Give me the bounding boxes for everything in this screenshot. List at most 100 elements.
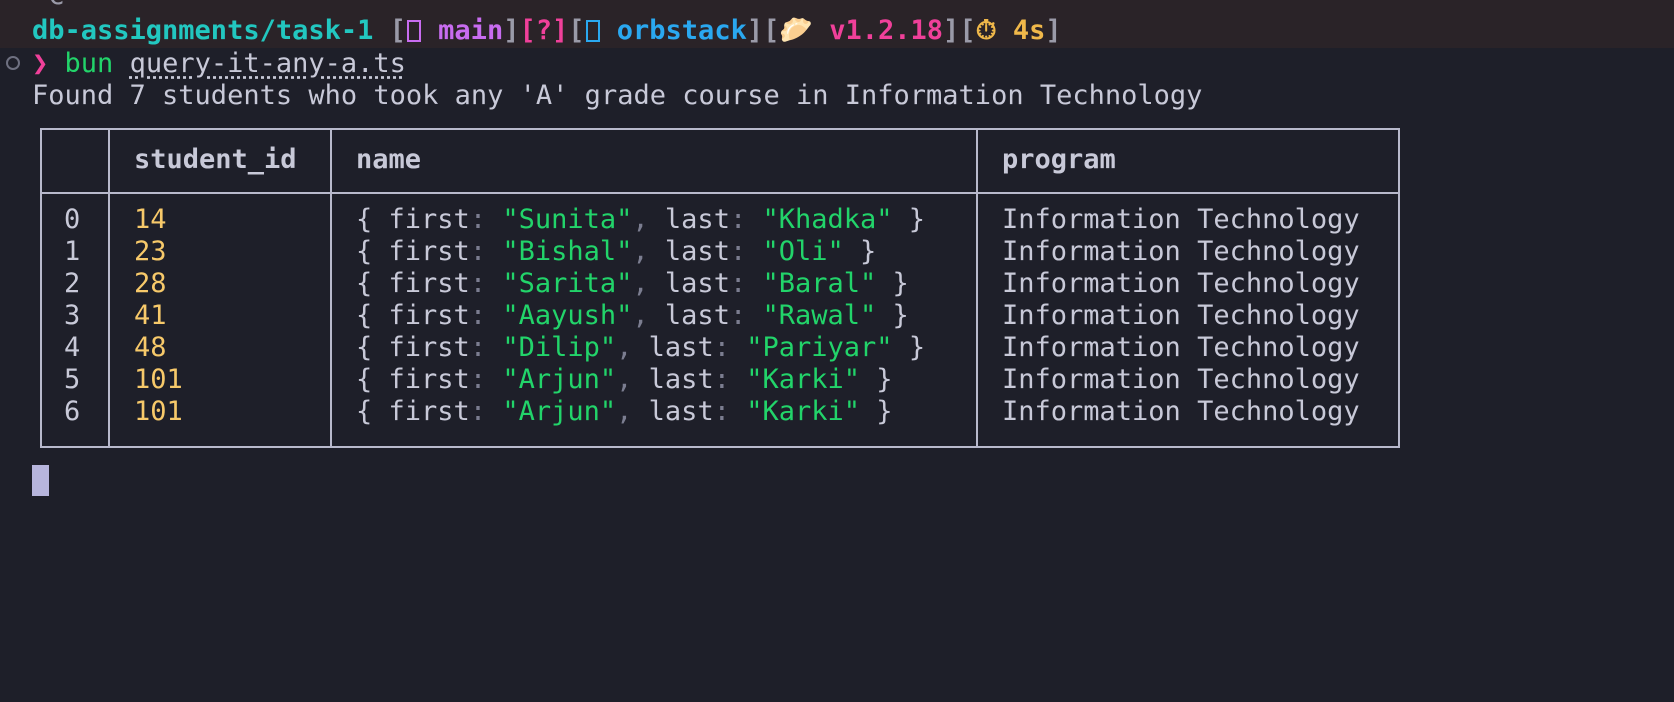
name-comma: , xyxy=(632,268,649,299)
name-key-last: last xyxy=(648,396,714,427)
cell-student-id: 101 xyxy=(134,364,183,395)
name-value-last: "Khadka" xyxy=(762,204,893,235)
command-file: query-it-any-a.ts xyxy=(129,48,406,79)
name-colon: : xyxy=(469,300,487,331)
name-value-last: "Pariyar" xyxy=(746,332,893,363)
stopwatch-icon: ⏱ xyxy=(975,15,997,46)
cell-name: { first: "Dilip", last: "Pariyar" } xyxy=(356,332,925,364)
name-key-first: first xyxy=(388,236,470,267)
cell-program: Information Technology xyxy=(1002,268,1360,299)
name-value-last: "Rawal" xyxy=(762,300,877,331)
name-comma: , xyxy=(616,332,633,363)
row-index: 1 xyxy=(64,236,81,267)
row-index: 2 xyxy=(64,268,81,299)
output-message: Found 7 students who took any 'A' grade … xyxy=(32,80,1203,111)
cell-student-id: 41 xyxy=(134,300,167,331)
cell-name: { first: "Arjun", last: "Karki" } xyxy=(356,396,893,428)
bracket: [ xyxy=(389,15,406,46)
name-colon: : xyxy=(729,236,747,267)
cell-program: Information Technology xyxy=(1002,396,1360,427)
name-brace: { xyxy=(356,364,373,395)
name-comma: , xyxy=(616,396,633,427)
git-branch-icon xyxy=(406,15,422,46)
cell-name: { first: "Sarita", last: "Baral" } xyxy=(356,268,909,300)
interrupt-echo: ^C xyxy=(32,0,65,11)
terminal-cursor[interactable] xyxy=(32,465,49,496)
command-duration: 4s xyxy=(1012,15,1046,46)
command-program: bun xyxy=(64,48,114,79)
docker-context: orbstack xyxy=(616,15,747,46)
command-line: ❯ bun query-it-any-a.ts xyxy=(32,48,406,80)
name-colon: : xyxy=(713,396,730,427)
name-key-last: last xyxy=(648,332,714,363)
name-brace: } xyxy=(908,204,926,235)
name-key-first: first xyxy=(388,332,470,363)
docker-icon xyxy=(585,15,601,46)
name-colon: : xyxy=(729,204,747,235)
bun-version: v1.2.18 xyxy=(829,15,944,46)
name-colon: : xyxy=(469,332,487,363)
name-brace: { xyxy=(356,396,373,427)
name-value-last: "Karki" xyxy=(746,396,861,427)
header-name: name xyxy=(356,144,422,175)
cell-program: Information Technology xyxy=(1002,300,1360,331)
name-value-first: "Sarita" xyxy=(502,268,633,299)
cell-student-id: 23 xyxy=(134,236,167,267)
column-divider xyxy=(108,130,110,446)
name-brace: { xyxy=(356,268,373,299)
row-index: 6 xyxy=(64,396,81,427)
name-key-first: first xyxy=(388,204,470,235)
name-value-first: "Aayush" xyxy=(502,300,633,331)
cell-name: { first: "Bishal", last: "Oli" } xyxy=(356,236,876,268)
name-value-first: "Arjun" xyxy=(502,364,617,395)
cell-student-id: 14 xyxy=(134,204,167,235)
git-branch-name: main xyxy=(438,15,504,46)
column-divider xyxy=(330,130,332,446)
name-value-first: "Bishal" xyxy=(502,236,633,267)
name-brace: } xyxy=(892,300,909,331)
name-key-last: last xyxy=(664,204,730,235)
cell-name: { first: "Aayush", last: "Rawal" } xyxy=(356,300,909,332)
name-comma: , xyxy=(616,364,633,395)
name-value-first: "Arjun" xyxy=(502,396,617,427)
name-colon: : xyxy=(469,236,487,267)
name-key-first: first xyxy=(388,268,470,299)
name-colon: : xyxy=(469,396,487,427)
name-key-first: first xyxy=(388,396,470,427)
name-brace: { xyxy=(356,332,373,363)
column-divider xyxy=(976,130,978,446)
name-value-last: "Oli" xyxy=(762,236,844,267)
name-brace: { xyxy=(356,204,373,235)
name-brace: } xyxy=(876,396,893,427)
name-key-last: last xyxy=(648,364,714,395)
row-index: 0 xyxy=(64,204,81,235)
git-status-badge: [?] xyxy=(519,15,569,46)
current-directory: db-assignments/task-1 xyxy=(32,15,374,46)
name-colon: : xyxy=(713,364,730,395)
name-key-first: first xyxy=(388,300,470,331)
name-key-first: first xyxy=(388,364,470,395)
bun-bread-icon: 🥟 xyxy=(779,15,813,46)
name-colon: : xyxy=(469,268,487,299)
name-colon: : xyxy=(729,268,747,299)
cell-name: { first: "Sunita", last: "Khadka" } xyxy=(356,204,925,236)
cell-program: Information Technology xyxy=(1002,364,1360,395)
name-comma: , xyxy=(632,236,649,267)
name-value-first: "Sunita" xyxy=(502,204,633,235)
name-brace: } xyxy=(892,268,909,299)
name-value-last: "Baral" xyxy=(762,268,877,299)
name-brace: { xyxy=(356,236,373,267)
name-comma: , xyxy=(632,204,649,235)
header-student-id: student_id xyxy=(134,144,297,175)
name-brace: } xyxy=(860,236,877,267)
results-table: student_id name program 0 14{ first: "Sun… xyxy=(40,128,1400,448)
name-colon: : xyxy=(469,364,487,395)
name-colon: : xyxy=(729,300,747,331)
name-brace: { xyxy=(356,300,373,331)
status-line: db-assignments/task-1 [ main][?][ orbsta… xyxy=(32,15,1062,46)
cell-program: Information Technology xyxy=(1002,332,1360,363)
cell-name: { first: "Arjun", last: "Karki" } xyxy=(356,364,893,396)
name-colon: : xyxy=(469,204,487,235)
cell-student-id: 101 xyxy=(134,396,183,427)
name-key-last: last xyxy=(664,300,730,331)
